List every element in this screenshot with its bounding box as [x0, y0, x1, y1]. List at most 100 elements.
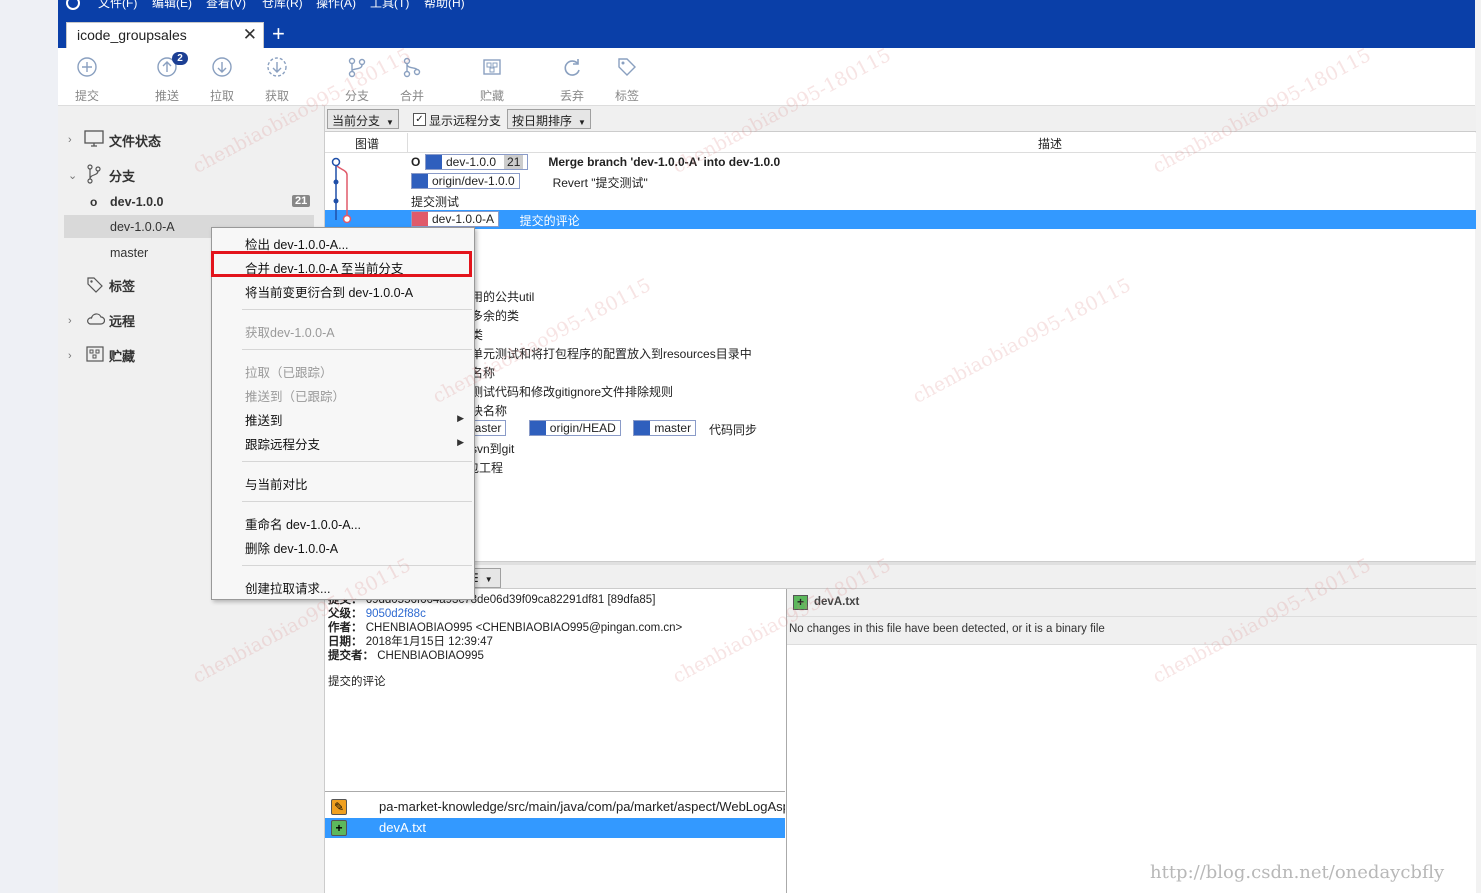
- branch-tag[interactable]: origin/dev-1.0.0: [411, 173, 520, 189]
- dropdown-arrow-icon: ▼: [578, 118, 586, 127]
- branch-tag[interactable]: origin/HEAD: [528, 420, 621, 436]
- sidebar-item-remotes[interactable]: 远程: [109, 311, 135, 330]
- blog-watermark: http://blog.csdn.net/onedaycbfly: [1150, 862, 1445, 883]
- branch-tag[interactable]: dev-1.0.0 21: [425, 154, 529, 170]
- push-count-badge: 2: [172, 52, 188, 65]
- commit-message: 提交的评论: [328, 676, 386, 688]
- fetch-label: 获取: [264, 89, 289, 103]
- column-graph[interactable]: 图谱: [355, 135, 379, 152]
- pull-button[interactable]: 拉取: [199, 56, 245, 104]
- commit-row[interactable]: origin/dev-1.0.0 Revert "提交测试": [325, 172, 1476, 191]
- tab-close-icon[interactable]: ✕: [243, 25, 257, 45]
- commit-row[interactable]: 删除不需要多余的类: [325, 305, 1476, 324]
- head-marker: O: [411, 155, 421, 169]
- branch-scope-dropdown[interactable]: 当前分支 ▼: [327, 109, 399, 129]
- commit-button[interactable]: 提交: [64, 56, 110, 104]
- branch-tag[interactable]: dev-1.0.0-A: [411, 211, 500, 227]
- commit-description: 提交的评论: [519, 214, 580, 228]
- commit-row[interactable]: 删除无效的单元测试和将打包程序的配置放入到resources目录中: [325, 343, 1476, 362]
- menu-separator: [242, 461, 472, 462]
- pull-icon: [212, 57, 232, 77]
- commit-row-selected[interactable]: dev-1.0.0-A 提交的评论: [325, 210, 1476, 229]
- commit-row[interactable]: est: [325, 229, 1476, 248]
- details-toolbar: 排序▼ ☰▼: [325, 565, 1476, 589]
- commit-description: 提交测试: [411, 195, 460, 209]
- column-description[interactable]: 描述: [1038, 135, 1062, 152]
- commit-row[interactable]: 初始化团E包工程: [325, 457, 1476, 476]
- discard-button[interactable]: 丢弃: [549, 56, 595, 104]
- monitor-icon: [84, 130, 104, 147]
- sidebar-item-tags[interactable]: 标签: [109, 276, 135, 295]
- tab-repository[interactable]: icode_groupsales ✕: [66, 22, 264, 48]
- commit-label: 提交: [74, 89, 99, 103]
- commit-row[interactable]: 修改知库模块名称: [325, 400, 1476, 419]
- chevron-down-icon[interactable]: ⌄: [68, 169, 77, 182]
- commit-row[interactable]: 提交测试: [325, 191, 1476, 210]
- commit-row[interactable]: origin/masterorigin/HEADmaster代码同步: [325, 419, 1476, 438]
- menu-item-delete[interactable]: 删除 dev-1.0.0-A: [245, 538, 338, 557]
- menu-item-push-to[interactable]: 推送到: [245, 410, 283, 429]
- menu-view[interactable]: 查看(V): [206, 0, 246, 11]
- menu-item-diff-current[interactable]: 与当前对比: [245, 474, 308, 493]
- changed-files-list: ✎ pa-market-knowledge/src/main/java/com/…: [325, 791, 785, 893]
- sidebar-branch-dev-1-0-0[interactable]: dev-1.0.0: [110, 195, 164, 209]
- stash-button[interactable]: 贮藏: [469, 56, 515, 104]
- stash-icon: [483, 59, 501, 75]
- modified-file-icon: ✎: [331, 799, 347, 815]
- branch-tag[interactable]: master: [633, 420, 697, 436]
- chevron-right-icon[interactable]: ›: [68, 350, 72, 362]
- branch-tag-icon: [412, 174, 428, 188]
- chevron-right-icon[interactable]: ›: [68, 315, 72, 327]
- submenu-arrow-icon: ▶: [457, 413, 464, 423]
- merge-label: 合并: [399, 89, 424, 103]
- branch-tag-icon: [634, 421, 651, 435]
- commit-row[interactable]: eset: [325, 248, 1476, 267]
- branch-button[interactable]: 分支: [334, 56, 380, 104]
- commit-row[interactable]: 修改项目的名称: [325, 362, 1476, 381]
- commit-row[interactable]: est: [325, 267, 1476, 286]
- menu-actions[interactable]: 操作(A): [316, 0, 356, 11]
- file-row-selected[interactable]: + devA.txt: [325, 818, 785, 838]
- sort-order-dropdown[interactable]: 按日期排序 ▼: [507, 109, 591, 129]
- menu-help[interactable]: 帮助(H): [424, 0, 465, 11]
- menu-edit[interactable]: 编辑(E): [152, 0, 192, 11]
- stash-icon: [86, 346, 104, 362]
- commit-row[interactable]: 代码同步从svn到git: [325, 438, 1476, 457]
- menu-file[interactable]: 文件(F): [98, 0, 137, 11]
- commit-row[interactable]: 删除不要的类: [325, 324, 1476, 343]
- menu-tools[interactable]: 工具(T): [370, 0, 409, 11]
- commit-description: Merge branch 'dev-1.0.0-A' into dev-1.0.…: [548, 155, 781, 169]
- commit-row[interactable]: 提交删除无用的公共util: [325, 286, 1476, 305]
- commit-row[interactable]: Odev-1.0.0 21 Merge branch 'dev-1.0.0-A' i…: [325, 153, 1476, 172]
- sidebar-branch-master[interactable]: master: [110, 246, 148, 260]
- commit-icon: [77, 57, 97, 77]
- sidebar-item-branches[interactable]: 分支: [109, 166, 135, 185]
- discard-icon: [564, 59, 580, 76]
- chevron-right-icon[interactable]: ›: [68, 134, 72, 146]
- branch-context-menu: 检出 dev-1.0.0-A... 合并 dev-1.0.0-A 至当前分支 将…: [211, 227, 475, 600]
- tag-label: 标签: [614, 89, 639, 103]
- fetch-button[interactable]: 获取: [254, 56, 300, 104]
- column-separator[interactable]: [407, 133, 408, 153]
- menu-repository[interactable]: 仓库(R): [262, 0, 303, 11]
- menu-item-track-remote[interactable]: 跟踪远程分支: [245, 434, 320, 453]
- sidebar-item-stashes[interactable]: 贮藏: [109, 346, 135, 365]
- menu-item-rebase[interactable]: 将当前变更衍合到 dev-1.0.0-A: [245, 282, 413, 301]
- sidebar-item-file-status[interactable]: 文件状态: [109, 131, 161, 150]
- menu-item-fetch: 获取dev-1.0.0-A: [245, 326, 335, 340]
- commit-row[interactable]: 删除没有的测试代码和修改gitignore文件排除规则: [325, 381, 1476, 400]
- branch-tag-icon: [412, 212, 428, 226]
- merge-button[interactable]: 合并: [389, 56, 435, 104]
- menu-item-create-pr[interactable]: 创建拉取请求...: [245, 578, 330, 597]
- new-tab-button[interactable]: +: [272, 22, 285, 46]
- committer-value: CHENBIAOBIAO995: [377, 650, 484, 662]
- sidebar-branch-dev-1-0-0-a[interactable]: dev-1.0.0-A: [110, 220, 175, 234]
- added-file-icon: +: [793, 595, 808, 610]
- branch-label: 分支: [344, 89, 369, 103]
- file-row[interactable]: ✎ pa-market-knowledge/src/main/java/com/…: [325, 797, 785, 817]
- tag-button[interactable]: 标签: [604, 56, 650, 104]
- show-remote-label: 显示远程分支: [429, 114, 502, 128]
- merge-icon: [403, 57, 421, 78]
- show-remote-checkbox[interactable]: ✓: [413, 113, 426, 126]
- menu-item-rename[interactable]: 重命名 dev-1.0.0-A...: [245, 514, 361, 533]
